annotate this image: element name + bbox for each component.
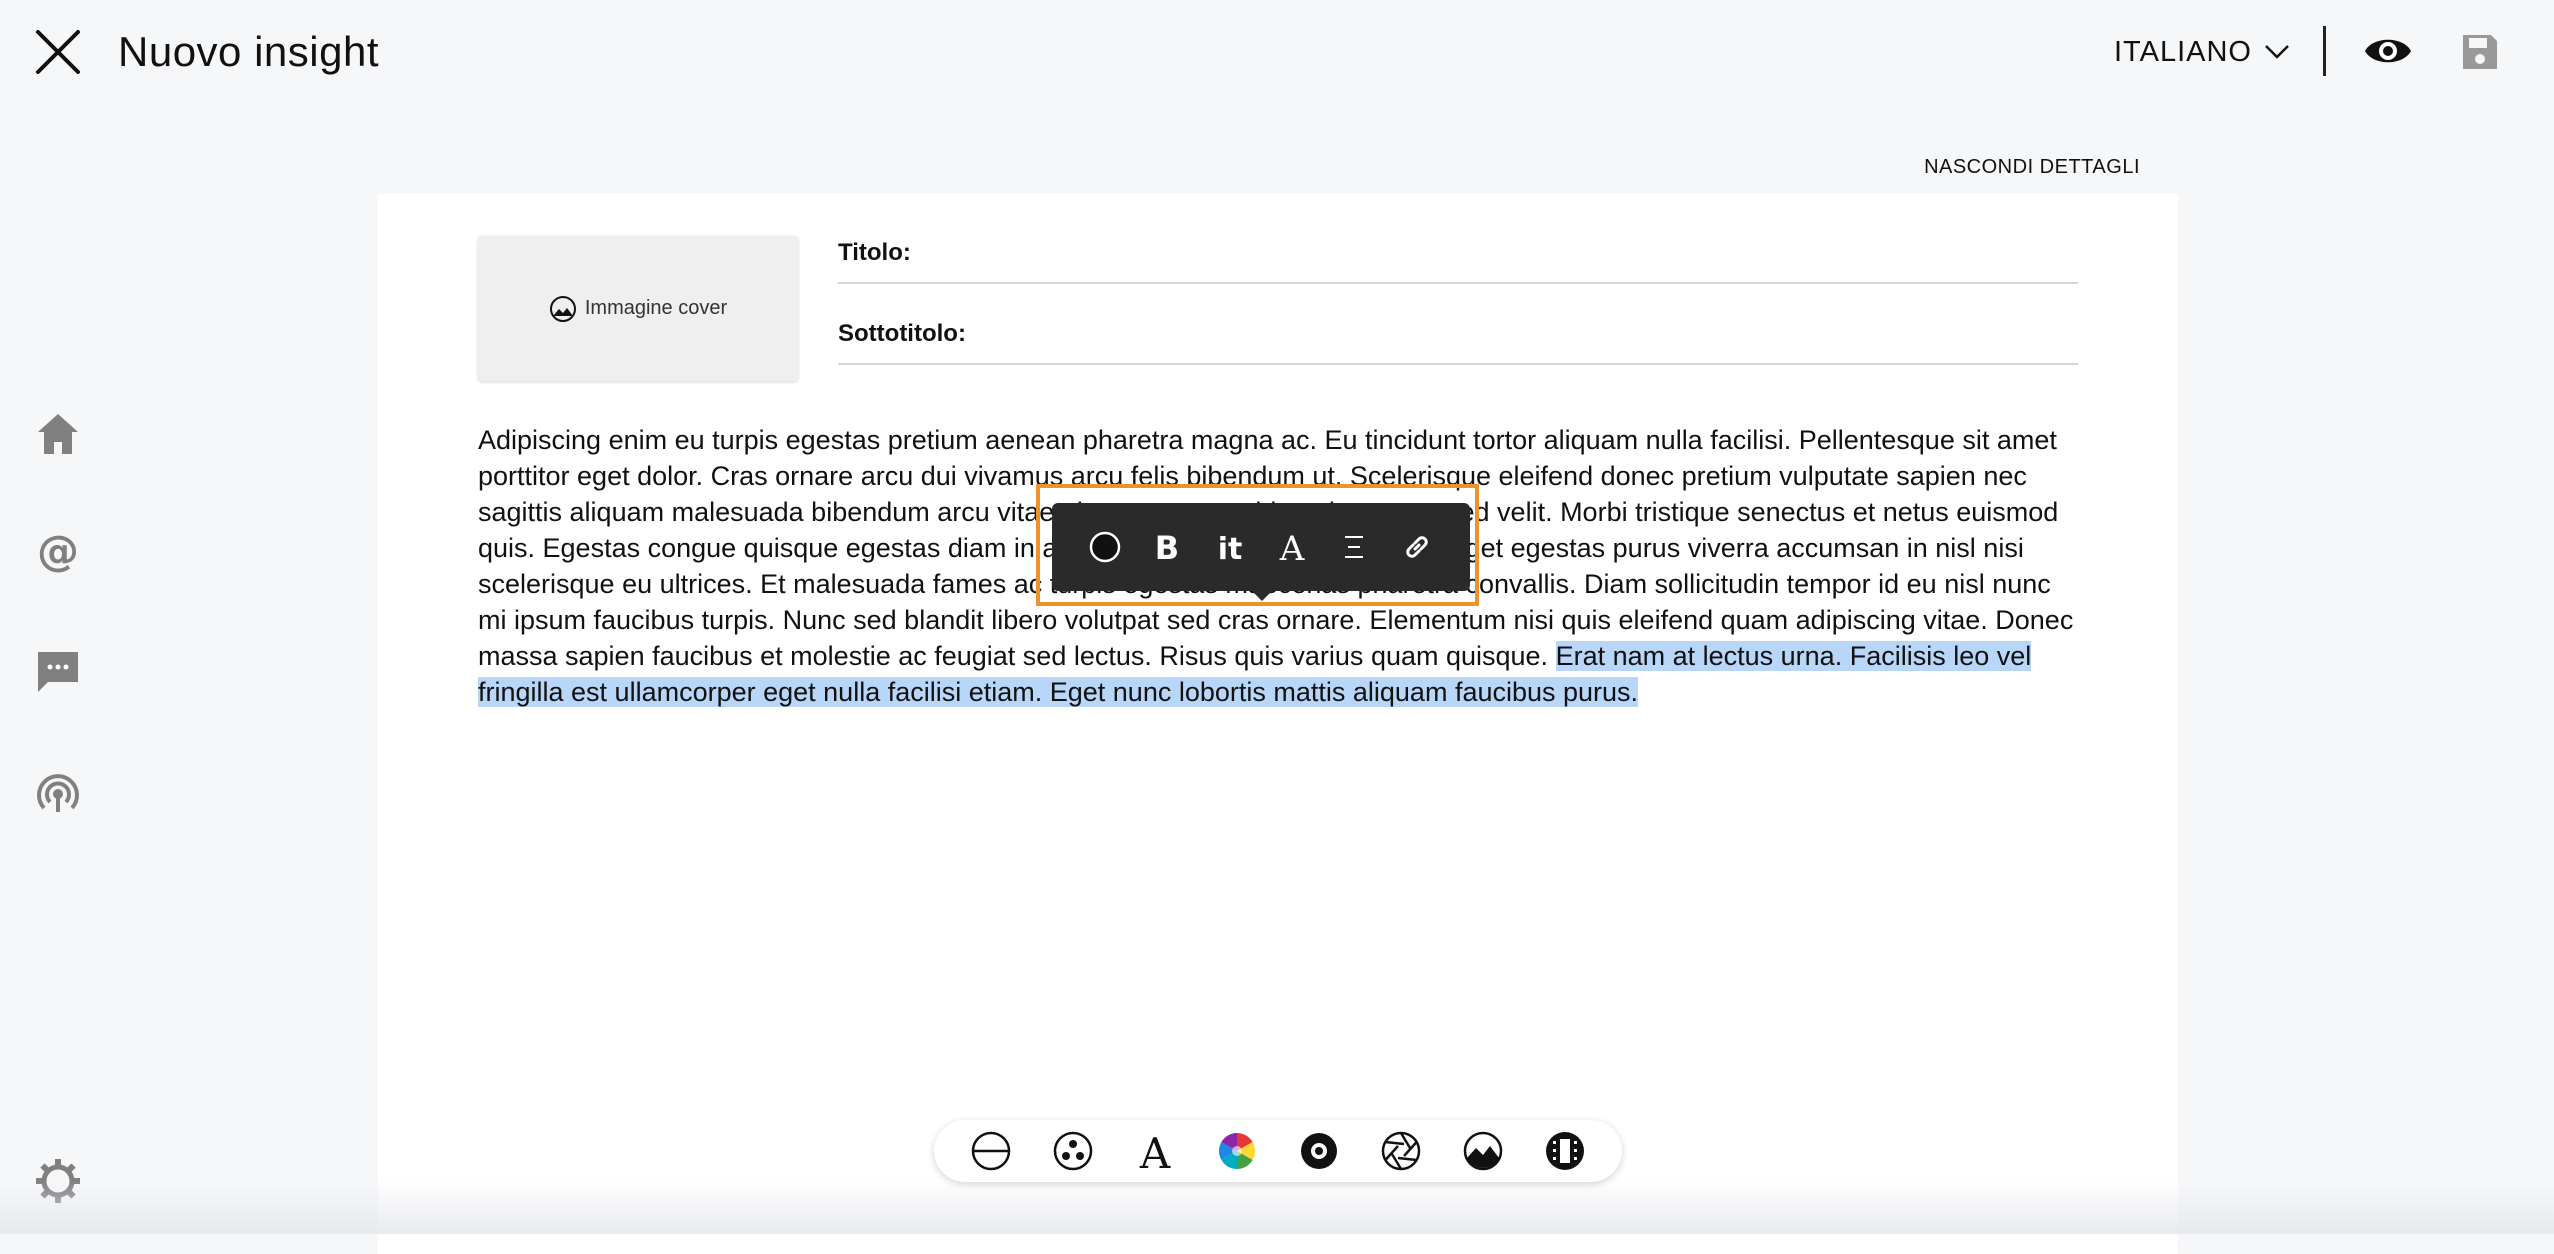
- insert-video-button[interactable]: [1543, 1129, 1587, 1173]
- divider-icon: [971, 1131, 1011, 1171]
- sidebar-messages[interactable]: [34, 648, 82, 696]
- font-icon: A: [1279, 530, 1305, 564]
- link-icon: [1406, 536, 1428, 558]
- circle-icon: [1089, 531, 1121, 563]
- eye-icon: [2365, 39, 2411, 63]
- insert-divider-button[interactable]: [969, 1129, 1013, 1173]
- image-icon: [1463, 1131, 1503, 1171]
- color-wheel-icon: [1218, 1133, 1256, 1169]
- save-button[interactable]: [2460, 32, 2500, 72]
- insert-color-button[interactable]: [1215, 1129, 1259, 1173]
- font-icon: A: [1139, 1130, 1171, 1172]
- cover-image-upload[interactable]: Immagine cover: [478, 236, 798, 381]
- sidebar-home[interactable]: [34, 410, 82, 458]
- italic-icon: it: [1218, 532, 1243, 564]
- bottom-fade: [0, 1180, 2554, 1234]
- insert-text-button[interactable]: A: [1133, 1129, 1177, 1173]
- sidebar-broadcast[interactable]: [34, 770, 82, 818]
- subtitle-field[interactable]: Sottotitolo:: [838, 305, 2078, 365]
- language-label: ITALIANO: [2114, 35, 2252, 68]
- insert-shape-button[interactable]: [1297, 1129, 1341, 1173]
- image-icon: [549, 295, 576, 322]
- link-button[interactable]: [1395, 525, 1439, 569]
- sidebar-mentions[interactable]: @: [34, 526, 82, 576]
- align-icon: [1345, 536, 1364, 558]
- title-field[interactable]: Titolo:: [838, 224, 2078, 284]
- close-button[interactable]: [32, 26, 84, 78]
- hide-details-toggle[interactable]: NASCONDI DETTAGLI: [1900, 156, 2140, 179]
- svg-text:A: A: [1139, 1130, 1171, 1172]
- circle-target-icon: [1301, 1133, 1337, 1169]
- font-button[interactable]: A: [1270, 525, 1314, 569]
- bold-icon: B: [1155, 530, 1179, 564]
- bubble-icon: [1053, 1131, 1093, 1171]
- preview-button[interactable]: [2363, 28, 2413, 74]
- align-button[interactable]: [1332, 525, 1376, 569]
- chevron-down-icon: [2265, 45, 2289, 59]
- page-title: Nuovo insight: [118, 28, 379, 75]
- close-icon: [36, 30, 80, 74]
- bold-button[interactable]: B: [1145, 525, 1189, 569]
- svg-text:@: @: [37, 528, 79, 575]
- header-divider: [2323, 26, 2326, 76]
- italic-button[interactable]: it: [1208, 525, 1252, 569]
- insert-bubbles-button[interactable]: [1051, 1129, 1095, 1173]
- film-icon: [1546, 1132, 1584, 1170]
- language-selector[interactable]: ITALIANO: [2114, 30, 2290, 74]
- svg-text:A: A: [1279, 530, 1305, 564]
- at-sign-icon: @: [37, 526, 79, 575]
- format-toolbar: B it A: [1052, 503, 1470, 601]
- svg-text:it: it: [1218, 532, 1243, 564]
- subtitle-label: Sottotitolo:: [838, 320, 966, 347]
- format-circle-button[interactable]: [1083, 525, 1127, 569]
- aperture-icon: [1381, 1131, 1421, 1171]
- home-icon: [38, 414, 78, 454]
- cover-label: Immagine cover: [584, 297, 728, 319]
- title-input[interactable]: [920, 238, 2078, 268]
- insert-photo-button[interactable]: [1379, 1129, 1423, 1173]
- svg-text:B: B: [1155, 530, 1179, 564]
- save-icon: [2463, 35, 2497, 69]
- insert-image-button[interactable]: [1461, 1129, 1505, 1173]
- chat-bubble-icon: [38, 652, 78, 692]
- subtitle-input[interactable]: [975, 319, 2078, 349]
- title-label: Titolo:: [838, 239, 911, 266]
- broadcast-icon: [37, 774, 79, 812]
- insert-toolbar: A: [934, 1120, 1622, 1182]
